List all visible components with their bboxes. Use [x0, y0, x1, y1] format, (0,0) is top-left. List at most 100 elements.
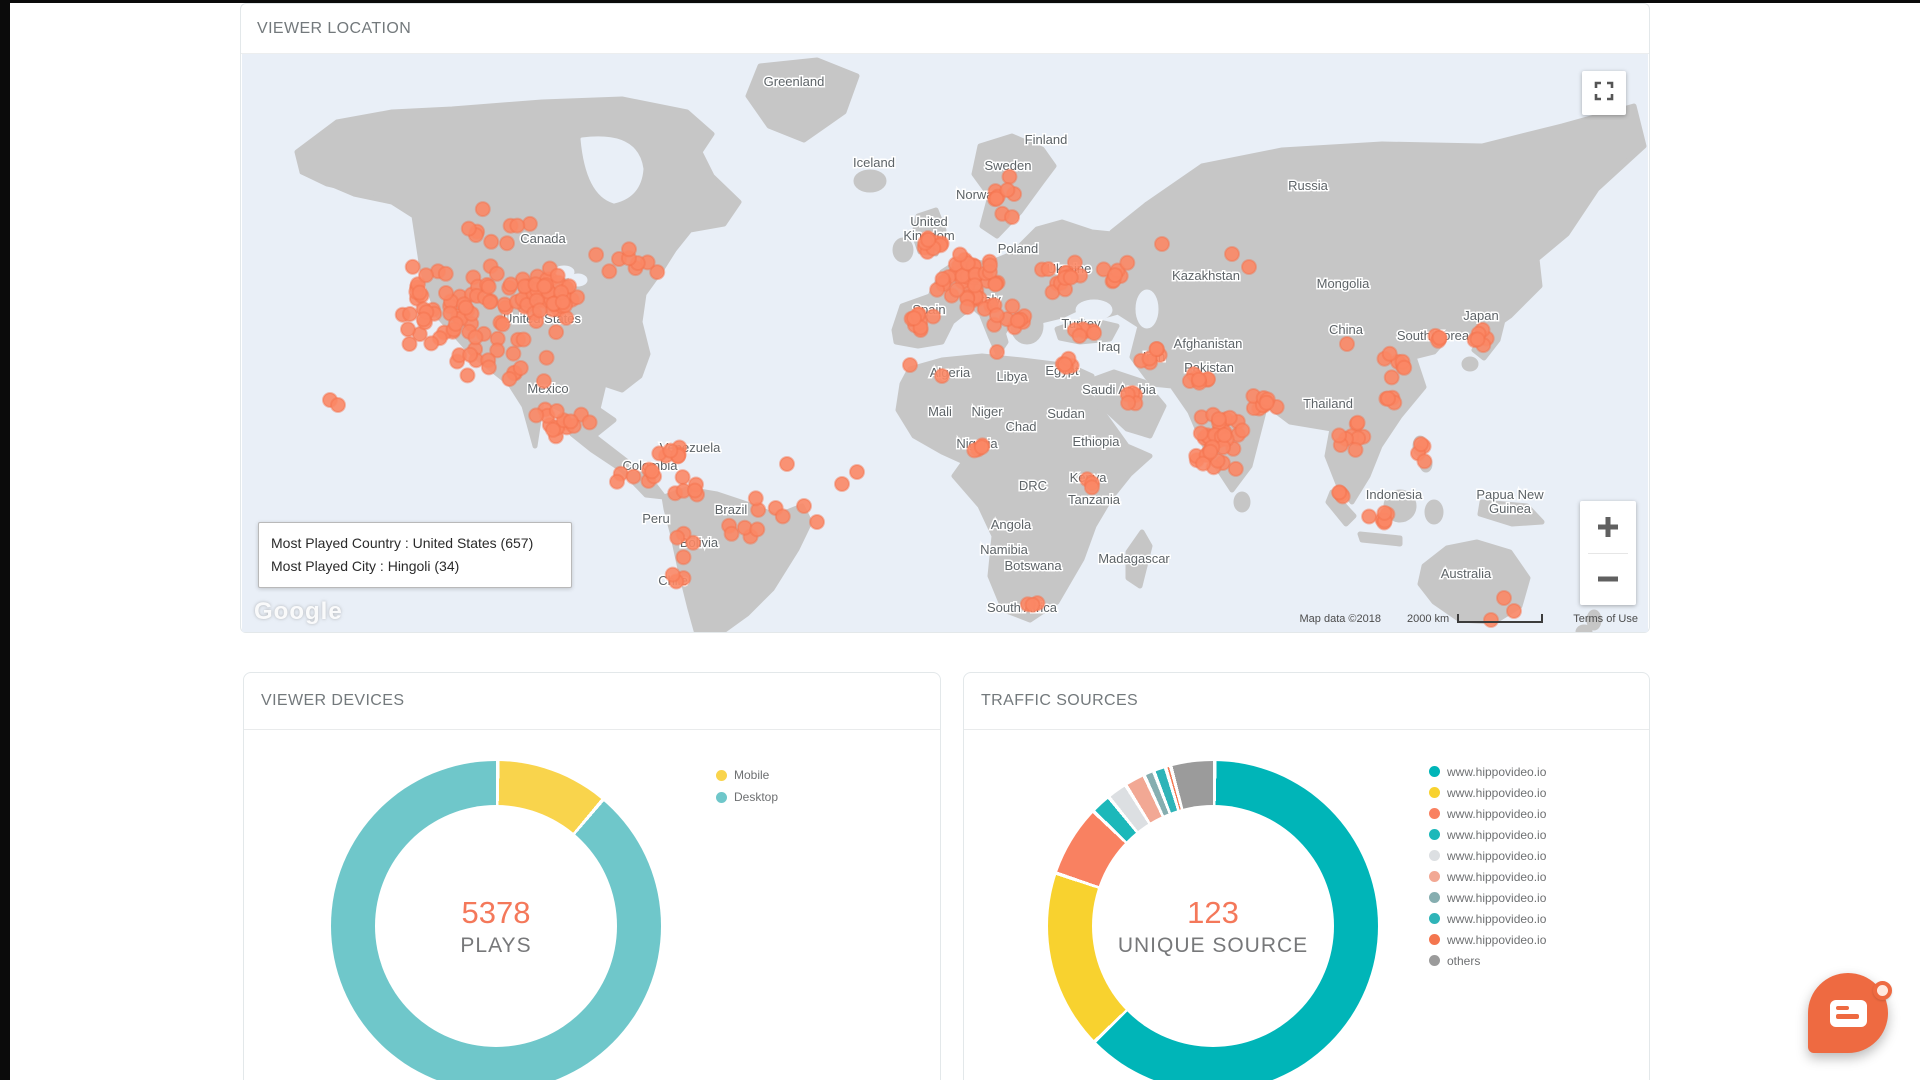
- viewer-location-dot: [1073, 329, 1087, 343]
- viewer-location-dot: [1120, 256, 1134, 270]
- viewer-location-dot: [903, 358, 917, 372]
- viewer-location-dot: [663, 444, 677, 458]
- viewer-devices-chart-area: 5378 PLAYS Mobile Desktop: [244, 730, 940, 1080]
- viewer-location-dot: [622, 242, 636, 256]
- viewer-location-dot: [1121, 396, 1135, 410]
- viewer-location-dot: [469, 330, 483, 344]
- fullscreen-icon: [1593, 80, 1615, 107]
- legend-label: www.hippovideo.io: [1447, 849, 1546, 863]
- viewer-location-dot: [1212, 412, 1226, 426]
- viewer-location-dot: [482, 360, 496, 374]
- legend-swatch-icon: [1429, 829, 1440, 840]
- viewer-location-dot: [537, 279, 551, 293]
- viewer-location-dot: [564, 414, 578, 428]
- legend-item[interactable]: www.hippovideo.io: [1429, 824, 1546, 845]
- map-country-label: Japan: [1463, 308, 1498, 323]
- viewer-location-dot: [670, 531, 684, 545]
- legend-label: www.hippovideo.io: [1447, 891, 1546, 905]
- chat-widget-button[interactable]: [1808, 973, 1892, 1057]
- traffic-sources-legend: www.hippovideo.iowww.hippovideo.iowww.hi…: [1429, 761, 1546, 971]
- viewer-location-dot: [1085, 480, 1099, 494]
- viewer-location-dot: [461, 368, 475, 382]
- legend-item[interactable]: www.hippovideo.io: [1429, 929, 1546, 950]
- legend-label: Mobile: [734, 768, 769, 782]
- traffic-sources-donut[interactable]: 123 UNIQUE SOURCE: [1048, 761, 1378, 1080]
- viewer-location-dot: [502, 372, 516, 386]
- legend-label: www.hippovideo.io: [1447, 786, 1546, 800]
- legend-swatch-icon: [1429, 892, 1440, 903]
- viewer-location-dot: [1351, 416, 1365, 430]
- viewer-location-dot: [810, 515, 824, 529]
- chat-notification-badge: [1873, 981, 1892, 1000]
- legend-label: www.hippovideo.io: [1447, 870, 1546, 884]
- map-country-label: Saudi Arabia: [1082, 382, 1156, 397]
- viewer-location-dot: [1108, 268, 1122, 282]
- legend-item[interactable]: Desktop: [716, 786, 778, 808]
- viewer-location-dot: [990, 345, 1004, 359]
- viewer-location-dot: [1203, 445, 1217, 459]
- legend-item[interactable]: Mobile: [716, 764, 778, 786]
- legend-label: Desktop: [734, 790, 778, 804]
- viewer-location-dot: [776, 509, 790, 523]
- viewer-location-dot: [589, 248, 603, 262]
- legend-item[interactable]: www.hippovideo.io: [1429, 866, 1546, 887]
- google-logo[interactable]: Google: [254, 598, 343, 626]
- viewer-devices-panel: VIEWER DEVICES 5378 PLAYS MobileDesktop: [243, 672, 941, 1080]
- map-fullscreen-button[interactable]: [1582, 71, 1626, 115]
- map-country-label: Brazil: [715, 502, 748, 517]
- viewer-devices-legend: Mobile Desktop: [716, 764, 778, 808]
- viewer-location-dot: [463, 348, 477, 362]
- legend-label: www.hippovideo.io: [1447, 765, 1546, 779]
- viewer-location-dot: [1042, 262, 1056, 276]
- viewer-devices-donut[interactable]: 5378 PLAYS: [331, 761, 661, 1080]
- legend-item[interactable]: www.hippovideo.io: [1429, 803, 1546, 824]
- viewer-location-dot: [1383, 347, 1397, 361]
- viewer-location-dot: [968, 278, 982, 292]
- viewer-location-dot: [484, 235, 498, 249]
- viewer-location-dot: [510, 219, 524, 233]
- zoom-in-button[interactable]: [1580, 501, 1636, 553]
- map-country-label: China: [1329, 322, 1364, 337]
- map-country-label: Kazakhstan: [1172, 268, 1240, 283]
- viewer-location-dot: [953, 248, 967, 262]
- legend-swatch-icon: [716, 770, 727, 781]
- viewer-location-dot: [975, 440, 989, 454]
- viewer-location-dot: [540, 351, 554, 365]
- tooltip-most-played-city: Most Played City : Hingoli (34): [271, 555, 559, 578]
- map-tooltip: Most Played Country : United States (657…: [258, 522, 572, 588]
- legend-swatch-icon: [1429, 850, 1440, 861]
- viewer-location-dot: [666, 568, 680, 582]
- legend-swatch-icon: [1429, 913, 1440, 924]
- viewer-location-dot: [1087, 326, 1101, 340]
- viewer-location-dot: [1433, 331, 1447, 345]
- viewer-location-dot: [750, 522, 764, 536]
- map-country-label: Mongolia: [1317, 276, 1371, 291]
- legend-item[interactable]: www.hippovideo.io: [1429, 887, 1546, 908]
- viewer-location-dot: [500, 236, 514, 250]
- viewer-location-dot: [483, 295, 497, 309]
- viewer-location-dot: [496, 317, 510, 331]
- window-top-edge: [0, 0, 1920, 3]
- viewer-location-dot: [514, 361, 528, 375]
- viewer-location-dot: [1058, 357, 1072, 371]
- world-map[interactable]: GreenlandIcelandCanadaUnited StatesMexic…: [242, 54, 1648, 632]
- viewer-location-dot: [1218, 428, 1232, 442]
- map-country-label: Thailand: [1303, 396, 1353, 411]
- viewer-location-dot: [1260, 396, 1274, 410]
- map-country-label: Namibia: [980, 542, 1028, 557]
- zoom-out-button[interactable]: [1580, 554, 1636, 606]
- viewer-location-dot: [960, 300, 974, 314]
- legend-item[interactable]: others: [1429, 950, 1546, 971]
- viewer-location-dot: [988, 277, 1002, 291]
- legend-item[interactable]: www.hippovideo.io: [1429, 908, 1546, 929]
- map-scale-label: 2000 km: [1407, 613, 1449, 625]
- legend-item[interactable]: www.hippovideo.io: [1429, 761, 1546, 782]
- map-attribution: Map data ©2018 2000 km Terms of Use: [1300, 613, 1639, 625]
- legend-item[interactable]: www.hippovideo.io: [1429, 845, 1546, 866]
- traffic-sources-donut-center: 123 UNIQUE SOURCE: [1092, 805, 1334, 1047]
- terms-of-use-link[interactable]: Terms of Use: [1573, 613, 1638, 625]
- legend-item[interactable]: www.hippovideo.io: [1429, 782, 1546, 803]
- minus-icon: [1595, 566, 1621, 592]
- unique-source-count: 123: [1187, 895, 1239, 931]
- legend-swatch-icon: [1429, 787, 1440, 798]
